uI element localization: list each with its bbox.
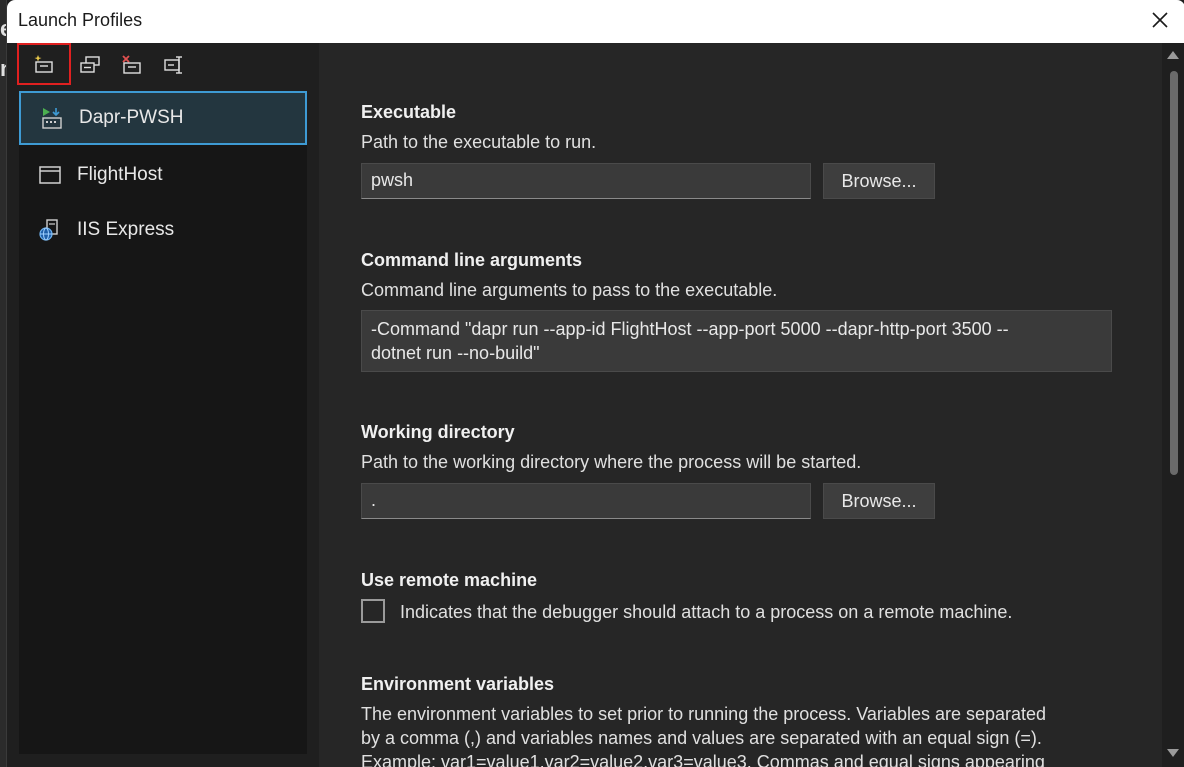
profile-label: FlightHost	[77, 164, 163, 185]
remote-machine-checkbox[interactable]	[361, 599, 385, 623]
executable-browse-button[interactable]: Browse...	[823, 163, 935, 199]
close-icon	[1152, 12, 1168, 28]
profile-list: Dapr-PWSH FlightHost IIS Express	[19, 91, 307, 754]
copy-profile-button[interactable]	[73, 47, 107, 83]
delete-profile-button[interactable]	[115, 47, 149, 83]
launch-profiles-dialog: Launch Profiles Dapr-PWSH FlightHost IIS…	[6, 0, 1184, 767]
executable-title: Executable	[361, 102, 457, 122]
profile-label: IIS Express	[77, 219, 175, 240]
profile-item-flighthost[interactable]: FlightHost	[19, 148, 307, 202]
close-button[interactable]	[1147, 7, 1173, 33]
environment-line-2: by a comma (,) and variables names and v…	[361, 728, 1042, 748]
arguments-input[interactable]: -Command "dapr run --app-id FlightHost -…	[361, 310, 1112, 372]
working-directory-description: Path to the working directory where the …	[361, 452, 862, 472]
executable-icon	[39, 105, 65, 131]
remote-machine-title: Use remote machine	[361, 570, 538, 590]
remote-machine-label: Indicates that the debugger should attac…	[400, 602, 1013, 622]
profiles-pane: Dapr-PWSH FlightHost IIS Express	[7, 43, 319, 767]
dialog-title: Launch Profiles	[18, 10, 143, 30]
profiles-toolbar	[17, 43, 317, 87]
rename-profile-button[interactable]	[157, 47, 191, 83]
globe-server-icon	[37, 217, 63, 243]
arguments-title: Command line arguments	[361, 250, 583, 270]
new-profile-icon	[34, 55, 53, 73]
scroll-down-arrow-icon[interactable]	[1167, 749, 1179, 757]
arguments-description: Command line arguments to pass to the ex…	[361, 280, 778, 300]
title-bar: Launch Profiles	[7, 0, 1184, 43]
scrollbar-thumb[interactable]	[1170, 71, 1178, 475]
environment-variables-title: Environment variables	[361, 674, 555, 694]
delete-profile-icon	[122, 55, 141, 74]
working-directory-title: Working directory	[361, 422, 515, 442]
scroll-up-arrow-icon[interactable]	[1167, 51, 1179, 59]
profile-label: Dapr-PWSH	[79, 107, 184, 128]
environment-line-1: The environment variables to set prior t…	[361, 704, 1047, 724]
arguments-line-1: -Command "dapr run --app-id FlightHost -…	[371, 319, 1009, 339]
rename-profile-icon	[164, 56, 182, 74]
new-profile-button[interactable]	[17, 43, 71, 85]
window-icon	[37, 162, 63, 188]
copy-profile-icon	[80, 56, 100, 73]
profile-settings-pane: Executable Path to the executable to run…	[319, 43, 1162, 767]
working-directory-input[interactable]: .	[361, 483, 811, 519]
arguments-line-2: dotnet run --no-build"	[371, 343, 540, 363]
working-directory-browse-button[interactable]: Browse...	[823, 483, 935, 519]
profile-item-dapr-pwsh[interactable]: Dapr-PWSH	[19, 91, 307, 145]
environment-line-3: Example: var1=value1,var2=value2,var3=va…	[361, 752, 1045, 767]
executable-input[interactable]: pwsh	[361, 163, 811, 199]
profile-item-iis-express[interactable]: IIS Express	[19, 203, 307, 257]
vertical-scrollbar[interactable]	[1162, 43, 1184, 767]
executable-description: Path to the executable to run.	[361, 132, 597, 152]
